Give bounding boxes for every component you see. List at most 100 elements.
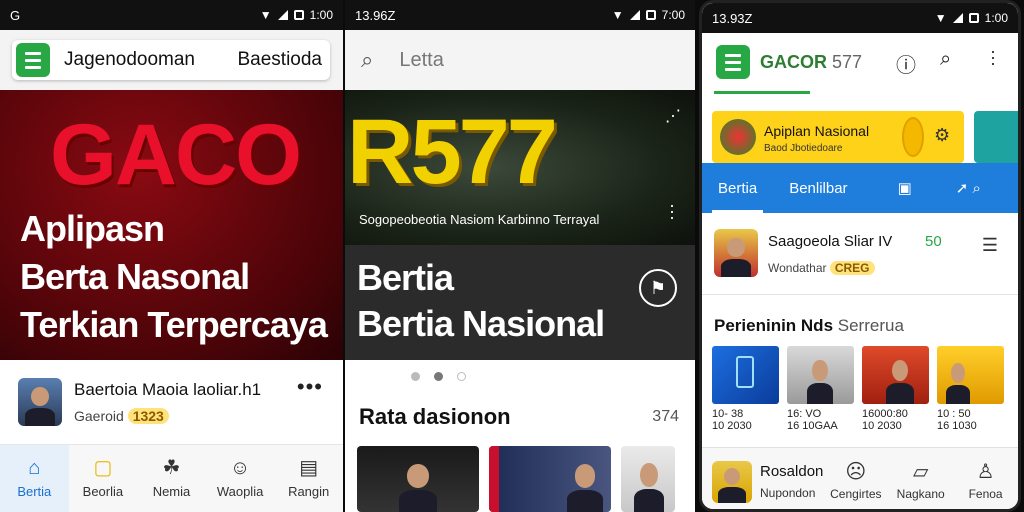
- nav-item-profile[interactable]: Rosaldon Nupondon: [702, 448, 823, 509]
- grid-image: [787, 346, 854, 404]
- hero-banner[interactable]: R577 ⋰ Sogopeobeotia Nasiom Karbinno Ter…: [345, 90, 695, 245]
- app-header: Jagenodooman Baestioda: [0, 30, 343, 90]
- promo-subtitle: Baod Jbotiedoare: [764, 143, 843, 154]
- hero-caption: Sogopeobeotia Nasiom Karbinno Terrayal: [359, 212, 600, 227]
- search-input[interactable]: Letta: [399, 49, 443, 72]
- face-icon: ☺: [229, 457, 251, 479]
- grid-item-time: 16: VO: [787, 408, 822, 420]
- list-item[interactable]: Baertoia Maoia laoliar.h1 Gaeroid 1323 •…: [0, 360, 343, 445]
- status-clock: 13.96Z: [355, 7, 396, 23]
- search-bar[interactable]: ⌕ Letta: [345, 30, 695, 90]
- bottom-nav: Rosaldon Nupondon ☹ Cengirtes ▱ Nagkano ♙ F…: [702, 447, 1018, 509]
- flag-icon[interactable]: ⚑: [639, 269, 677, 307]
- grid-item[interactable]: 16: VO 16 10GAA: [787, 346, 854, 432]
- grid-item[interactable]: 10- 38 10 2030: [712, 346, 779, 432]
- nav-item-face[interactable]: ☺ Waoplia: [206, 445, 275, 512]
- search-icon[interactable]: ⌕: [940, 48, 951, 71]
- thumbnail[interactable]: [489, 446, 611, 512]
- header-right-label[interactable]: Baestioda: [237, 49, 322, 71]
- thumbnail[interactable]: [357, 446, 479, 512]
- person-image: [801, 350, 839, 404]
- person-image: [880, 350, 920, 404]
- tab-bar: Bertia Benlilbar ▣ ➚ ⌕: [702, 163, 1018, 213]
- menu-icon[interactable]: [16, 43, 50, 77]
- hero-line-3: Terkian Terpercaya: [20, 304, 328, 345]
- person-icon: ♙: [976, 461, 995, 483]
- hero-banner[interactable]: GACO Aplipasn Berta Nasonal Terkian Terp…: [0, 90, 343, 360]
- more-icon[interactable]: · · ·: [669, 196, 675, 226]
- tab-benlilbar[interactable]: Benlilbar: [773, 163, 863, 213]
- grid-item[interactable]: 16000:80 10 2030: [862, 346, 929, 432]
- chat-icon: ▢: [93, 457, 113, 479]
- featured-band[interactable]: Bertia Bertia Nasional ⚑: [345, 245, 695, 360]
- grid-item[interactable]: 10 : 50 16 1030: [937, 346, 1004, 432]
- wifi-icon: ▼: [259, 8, 272, 22]
- featured-line-2: Bertia Nasional: [357, 303, 605, 344]
- status-time: 1:00: [984, 11, 1008, 25]
- nav-item-fenoa[interactable]: ♙ Fenoa: [953, 448, 1018, 509]
- list-icon: ▤: [299, 457, 319, 479]
- nav-item-home[interactable]: ⌂ Bertia: [0, 445, 69, 512]
- more-icon[interactable]: · · ·: [990, 42, 996, 72]
- nav-item-chat[interactable]: ▢ Beorlia: [69, 445, 138, 512]
- signal-icon: [629, 10, 640, 20]
- sort-icon[interactable]: ☰: [982, 235, 998, 256]
- hero-line-2: Berta Nasonal: [20, 256, 250, 297]
- nav-item-group[interactable]: ☘ Nemia: [137, 445, 206, 512]
- person-image: [391, 454, 445, 512]
- status-clock: 13.93Z: [712, 10, 753, 26]
- nav-label: Waoplia: [216, 484, 264, 499]
- nav-item-cengirtes[interactable]: ☹ Cengirtes: [823, 448, 888, 509]
- search-icon[interactable]: ⌕: [361, 47, 373, 73]
- tab-share-search[interactable]: ➚ ⌕: [940, 163, 997, 213]
- status-bar: 13.96Z ▼ 7:00: [345, 0, 695, 30]
- grid-image: [712, 346, 779, 404]
- status-app-icon: G: [10, 7, 21, 23]
- hero-brand-text: R577: [347, 101, 558, 203]
- share-icon[interactable]: ⋰: [665, 106, 681, 126]
- section-count: 374: [652, 408, 679, 425]
- promo-banner[interactable]: Apiplan Nasional Baod Jbotiedoare ⚙: [712, 111, 964, 163]
- signal-icon: [277, 10, 288, 20]
- avatar: [712, 460, 752, 503]
- list-item-title: Baertoia Maoia laoliar.h1: [74, 380, 262, 399]
- mascot-icon: [902, 117, 924, 157]
- thumbnail-row: [357, 446, 675, 512]
- hero-brand-text: GACO: [50, 107, 302, 203]
- hero-line-1: Aplipasn: [20, 208, 165, 249]
- avatar: [18, 378, 62, 426]
- nav-label: Nagkano: [896, 487, 945, 501]
- nav-label: Rangin: [288, 484, 330, 499]
- section-title-text: Perieninin Nds: [714, 316, 834, 335]
- grid-item-date: 16 10GAA: [787, 420, 838, 432]
- logo-icon: [720, 119, 756, 155]
- side-banner[interactable]: [974, 111, 1018, 163]
- status-time: 7:00: [661, 8, 685, 22]
- menu-icon[interactable]: [716, 45, 750, 79]
- list-item[interactable]: Saagoeola Sliar IV 50 Wondathar CREG ☰: [702, 213, 1018, 295]
- nav-item-list[interactable]: ▤ Rangin: [274, 445, 343, 512]
- status-bar: G ▼ 1:00: [0, 0, 343, 30]
- wifi-icon: ▼: [934, 11, 947, 25]
- bookmark-icon: ▱: [913, 461, 929, 483]
- pager-dot: [411, 372, 420, 381]
- tab-bertia[interactable]: Bertia: [702, 163, 773, 213]
- person-image: [627, 452, 671, 512]
- info-icon[interactable]: ⓘ: [896, 49, 916, 78]
- tab-media[interactable]: ▣: [882, 163, 928, 213]
- carousel-pager: [411, 372, 466, 381]
- app-brand-name: GACOR: [760, 51, 827, 72]
- thumbnail[interactable]: [621, 446, 675, 512]
- header-title: Jagenodooman: [64, 49, 195, 70]
- avatar: [714, 229, 758, 277]
- nav-label: Beorlia: [82, 484, 124, 499]
- wifi-icon: ▼: [611, 8, 624, 22]
- app-brand-number: 577: [832, 51, 863, 72]
- home-icon: ⌂: [28, 457, 41, 479]
- more-icon[interactable]: •••: [297, 374, 323, 400]
- list-item-subtitle: Wondathar CREG: [768, 261, 875, 275]
- grid-item-date: 10 2030: [862, 420, 902, 432]
- settings-icon[interactable]: ⚙: [934, 125, 950, 146]
- nav-item-nagkano[interactable]: ▱ Nagkano: [888, 448, 953, 509]
- list-item-source: Gaeroid: [74, 408, 124, 424]
